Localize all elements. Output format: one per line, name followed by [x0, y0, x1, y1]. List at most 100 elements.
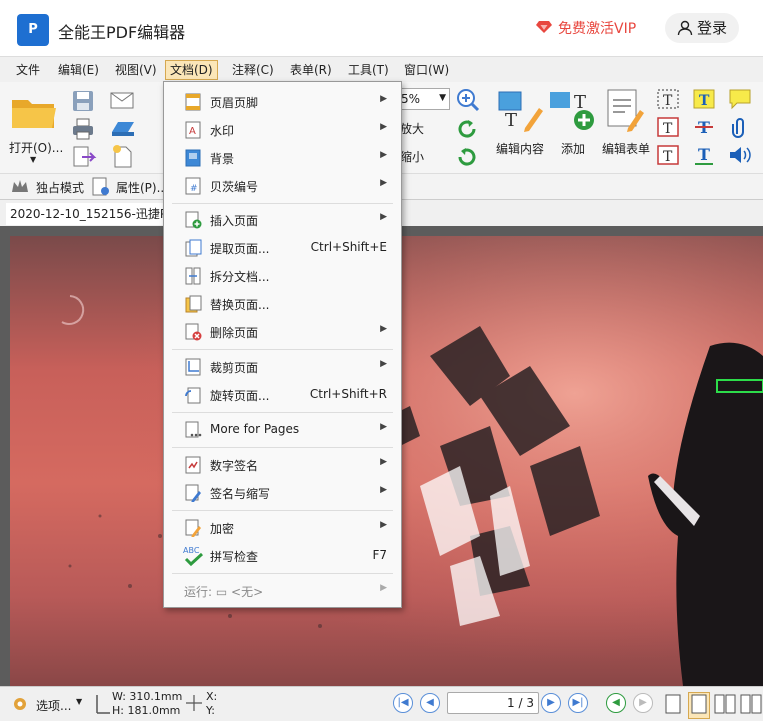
zoom-in-label[interactable]: 放大	[400, 120, 424, 137]
menu-item-extract-page[interactable]: 提取页面... Ctrl+Shift+E	[164, 234, 401, 262]
menu-item-spell-check[interactable]: ABC 拼写检查 F7	[164, 542, 401, 570]
menu-document[interactable]: 文档(D)	[165, 60, 218, 80]
rotate-left-icon[interactable]	[456, 118, 478, 143]
go-back-button[interactable]: ◀	[606, 693, 626, 713]
add-icon[interactable]: T	[548, 88, 596, 135]
menu-item-split-document[interactable]: 拆分文档...	[164, 262, 401, 290]
menu-separator	[172, 573, 393, 574]
properties-button[interactable]: 属性(P)...	[116, 179, 168, 196]
menu-item-bates-number[interactable]: # 贝茨编号 ▶	[164, 172, 401, 200]
menu-file[interactable]: 文件	[12, 60, 44, 80]
edit-content-label[interactable]: 编辑内容	[496, 140, 544, 157]
replace-page-icon	[184, 295, 202, 313]
menu-item-rotate-page[interactable]: 旋转页面... Ctrl+Shift+R	[164, 381, 401, 409]
exclusive-mode-button[interactable]: 独占模式	[36, 179, 84, 196]
sign-initials-icon	[184, 484, 202, 503]
page-height-label: H: 181.0mm	[112, 704, 181, 717]
submenu-arrow-icon: ▶	[380, 583, 387, 593]
page-number-input[interactable]: 1 / 3	[447, 692, 539, 714]
sound-icon[interactable]	[728, 144, 752, 169]
scan-icon[interactable]	[110, 118, 138, 141]
facing-continuous-view-icon[interactable]	[740, 693, 762, 718]
submenu-arrow-icon: ▶	[380, 122, 387, 132]
edit-content-icon[interactable]: T	[497, 88, 545, 135]
options-gear-icon[interactable]	[10, 694, 30, 717]
menu-separator	[172, 349, 393, 350]
extract-page-icon	[184, 239, 202, 257]
open-dropdown-icon[interactable]: ▼	[30, 155, 36, 164]
vip-activate-link[interactable]: 免费激活VIP	[536, 18, 636, 38]
facing-view-icon[interactable]	[714, 693, 736, 718]
add-label[interactable]: 添加	[561, 140, 585, 157]
menu-item-digital-signature[interactable]: 数字签名 ▶	[164, 451, 401, 479]
continuous-view-icon[interactable]	[688, 692, 710, 719]
svg-text:ABC: ABC	[183, 546, 200, 555]
menu-item-replace-page[interactable]: 替换页面...	[164, 290, 401, 318]
zoom-in-icon[interactable]	[456, 88, 480, 115]
menu-item-crop-page[interactable]: 裁剪页面 ▶	[164, 353, 401, 381]
submenu-arrow-icon: ▶	[380, 520, 387, 530]
print-icon[interactable]	[72, 118, 94, 143]
open-label[interactable]: 打开(O)...	[9, 139, 63, 156]
new-document-icon[interactable]	[112, 144, 134, 171]
title-bar: P 全能王PDF编辑器 免费激活VIP 登录	[0, 0, 763, 56]
go-forward-button[interactable]: ▶	[633, 693, 653, 713]
split-document-icon	[184, 267, 202, 285]
text-box-select-icon[interactable]: T	[656, 88, 680, 113]
menu-tools[interactable]: 工具(T)	[344, 60, 393, 80]
svg-text:T: T	[574, 92, 586, 113]
underline-text-icon[interactable]: T	[692, 144, 716, 169]
submenu-arrow-icon: ▶	[380, 150, 387, 160]
menu-separator	[172, 412, 393, 413]
edit-form-label[interactable]: 编辑表单	[602, 140, 650, 157]
note-icon[interactable]	[728, 88, 752, 113]
highlight-text-icon[interactable]: T	[692, 88, 716, 113]
menu-separator	[172, 203, 393, 204]
login-button[interactable]: 登录	[665, 13, 739, 43]
rotate-right-icon[interactable]	[456, 146, 478, 171]
open-folder-icon[interactable]	[10, 92, 58, 135]
menu-view[interactable]: 视图(V)	[111, 60, 161, 80]
menu-item-delete-page[interactable]: 删除页面 ▶	[164, 318, 401, 346]
cursor-y-label: Y:	[206, 704, 215, 717]
menu-edit[interactable]: 编辑(E)	[54, 60, 103, 80]
first-page-button[interactable]: |◀	[393, 693, 413, 713]
next-page-button[interactable]: ▶	[541, 693, 561, 713]
status-bar: 选项... ▼ W: 310.1mm H: 181.0mm X: Y: |◀ ◀…	[0, 686, 763, 721]
menu-item-encrypt[interactable]: 加密 ▶	[164, 514, 401, 542]
document-tab[interactable]: 2020-12-10_152156-迅捷PDF	[6, 203, 176, 225]
menu-item-header-footer[interactable]: 页眉页脚 ▶	[164, 88, 401, 116]
edit-form-icon[interactable]	[604, 88, 648, 135]
document-menu-dropdown: 页眉页脚 ▶ A 水印 ▶ 背景 ▶ # 贝茨编号 ▶ 插入页面 ▶ 提取页面.…	[163, 81, 402, 608]
single-page-view-icon[interactable]	[664, 693, 682, 718]
menu-item-watermark[interactable]: A 水印 ▶	[164, 116, 401, 144]
previous-page-button[interactable]: ◀	[420, 693, 440, 713]
menu-item-sign-and-initials[interactable]: 签名与缩写 ▶	[164, 479, 401, 507]
svg-text:T: T	[698, 145, 710, 164]
email-icon[interactable]	[110, 90, 136, 113]
menu-comment[interactable]: 注释(C)	[228, 60, 278, 80]
text-box-icon[interactable]: T	[656, 116, 680, 141]
options-button[interactable]: 选项...	[36, 697, 71, 714]
zoom-out-label[interactable]: 缩小	[400, 148, 424, 165]
last-page-button[interactable]: ▶|	[568, 693, 588, 713]
zoom-select[interactable]: 5% ▼	[398, 88, 450, 110]
submenu-arrow-icon: ▶	[380, 485, 387, 495]
menu-item-more-for-pages[interactable]: More for Pages ▶	[164, 416, 401, 444]
header-footer-icon	[184, 93, 202, 111]
menu-form[interactable]: 表单(R)	[286, 60, 336, 80]
rotate-page-icon	[184, 386, 202, 404]
shortcut-label: F7	[372, 548, 387, 562]
callout-icon[interactable]: T	[656, 144, 680, 169]
app-title: 全能王PDF编辑器	[58, 23, 186, 42]
menu-item-insert-page[interactable]: 插入页面 ▶	[164, 206, 401, 234]
dimension-icon	[94, 693, 112, 718]
save-icon[interactable]	[72, 90, 94, 115]
menu-window[interactable]: 窗口(W)	[400, 60, 453, 80]
strikeout-text-icon[interactable]: T	[692, 116, 716, 141]
options-dropdown-icon[interactable]: ▼	[76, 697, 82, 706]
menu-item-background[interactable]: 背景 ▶	[164, 144, 401, 172]
attachment-icon[interactable]	[728, 116, 752, 141]
properties-icon	[90, 177, 112, 200]
export-icon[interactable]	[72, 146, 100, 171]
